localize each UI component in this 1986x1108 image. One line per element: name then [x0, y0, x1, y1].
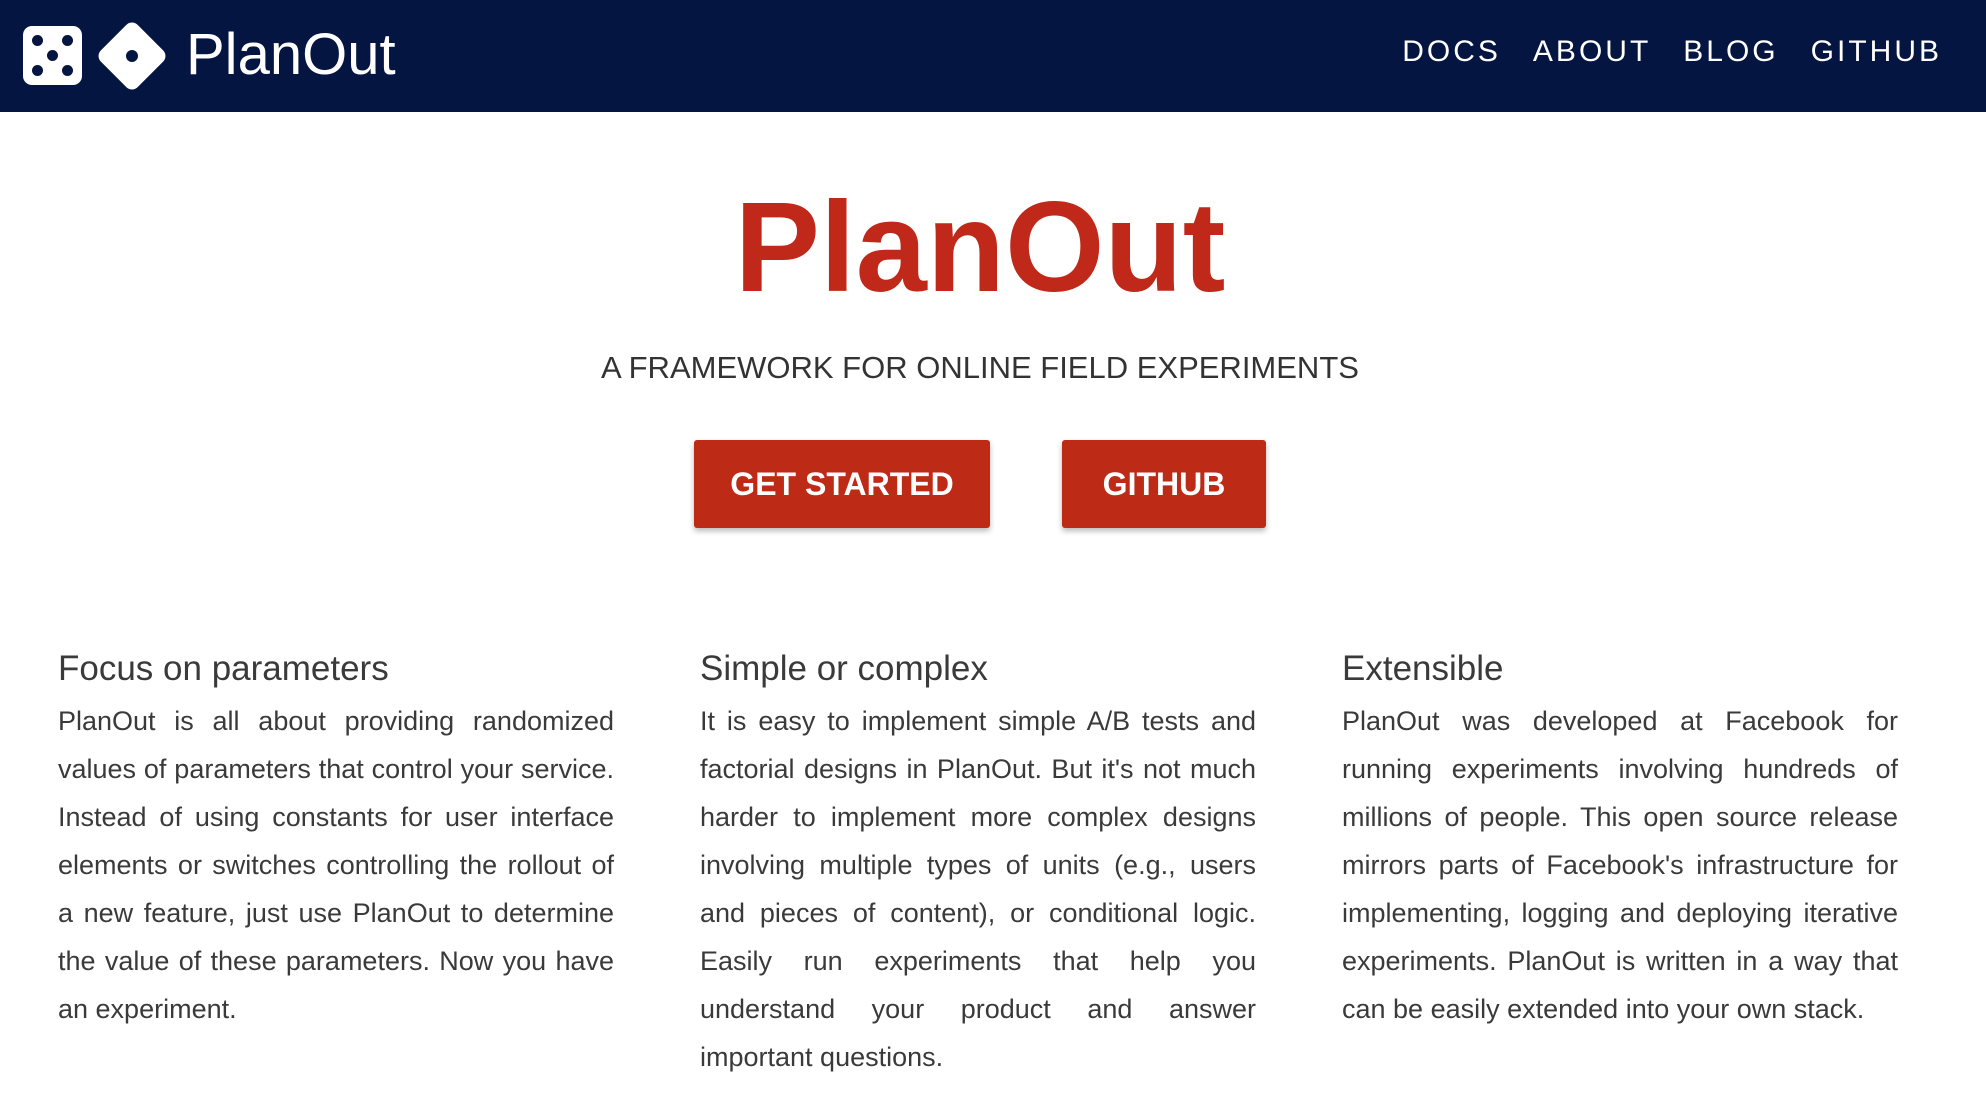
- feature-body: It is easy to implement simple A/B tests…: [700, 706, 1256, 1072]
- feature-column-parameters: Focus on parameters PlanOut is all about…: [58, 645, 614, 1033]
- github-button[interactable]: GITHUB: [1062, 440, 1266, 528]
- feature-body: PlanOut is all about providing randomize…: [58, 706, 614, 1024]
- feature-title: Extensible: [1342, 649, 1504, 688]
- nav-link-about[interactable]: ABOUT: [1533, 35, 1651, 69]
- get-started-button[interactable]: GET STARTED: [694, 440, 990, 528]
- nav-link-docs[interactable]: DOCS: [1402, 35, 1501, 69]
- top-navbar: PlanOut DOCS ABOUT BLOG GITHUB: [0, 0, 1986, 112]
- hero-subtitle: A FRAMEWORK FOR ONLINE FIELD EXPERIMENTS: [601, 350, 1359, 385]
- feature-title: Focus on parameters: [58, 649, 389, 688]
- brand-name: PlanOut: [186, 22, 396, 87]
- nav-link-blog[interactable]: BLOG: [1683, 35, 1778, 69]
- dice-diamond-icon: [92, 16, 170, 94]
- hero-title: PlanOut: [734, 176, 1226, 319]
- feature-column-simple-complex: Simple or complex It is easy to implemen…: [700, 645, 1256, 1081]
- main-nav: DOCS ABOUT BLOG GITHUB: [1370, 0, 1942, 104]
- nav-link-github[interactable]: GITHUB: [1811, 35, 1942, 69]
- feature-column-extensible: Extensible PlanOut was developed at Face…: [1342, 645, 1898, 1033]
- brand-logo-link[interactable]: PlanOut: [23, 14, 396, 96]
- dice-square-icon: [23, 25, 82, 85]
- feature-title: Simple or complex: [700, 649, 988, 688]
- feature-body: PlanOut was developed at Facebook for ru…: [1342, 706, 1898, 1024]
